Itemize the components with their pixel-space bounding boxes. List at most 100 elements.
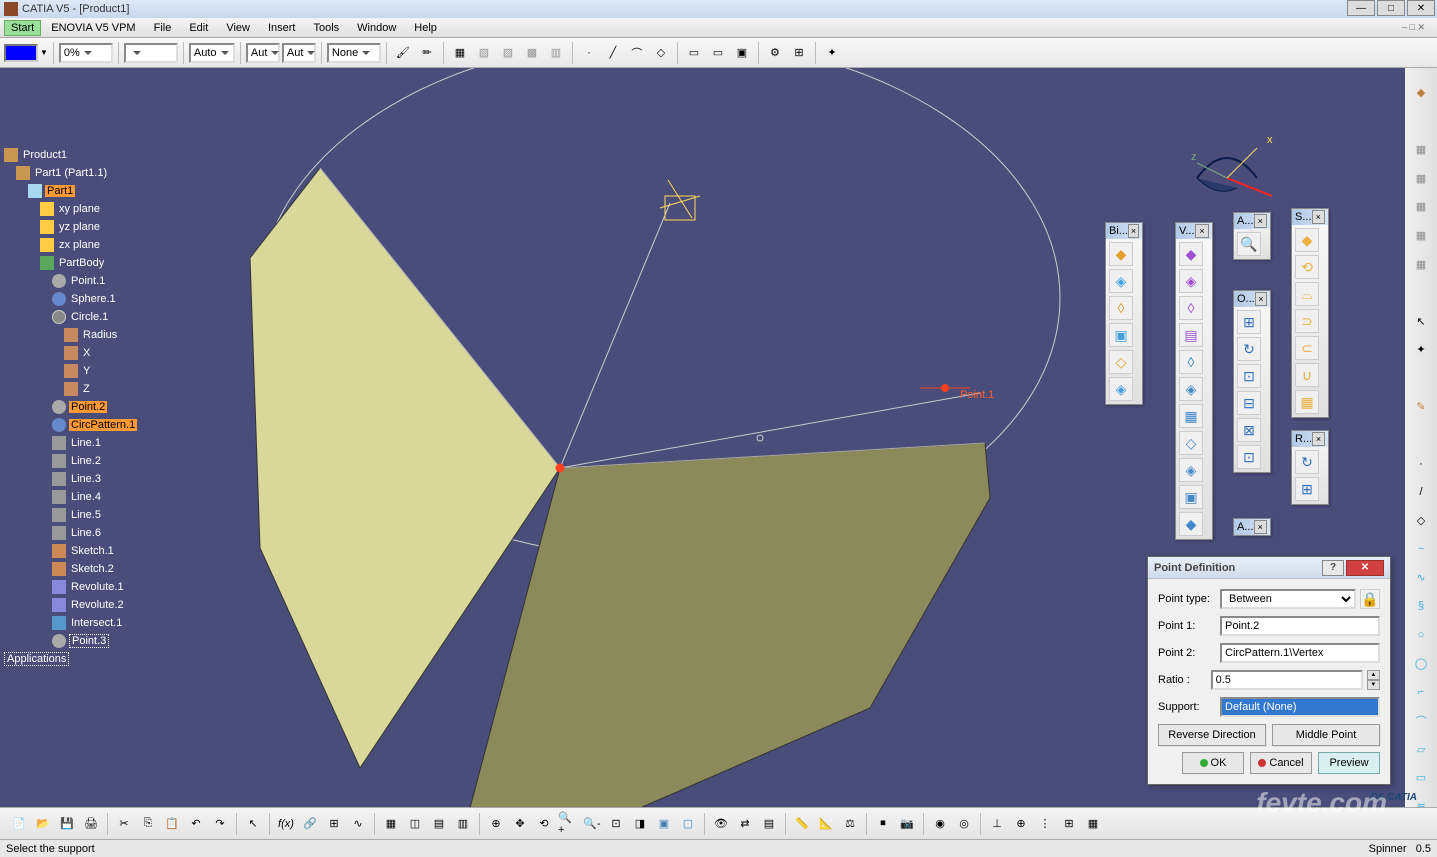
ratio-input[interactable] <box>1211 670 1363 690</box>
select-arrow-icon[interactable]: ↖ <box>1408 308 1434 334</box>
props-icon[interactable]: ▤ <box>758 813 780 835</box>
close-icon[interactable]: × <box>1254 214 1267 228</box>
line-icon[interactable]: ╱ <box>602 42 624 64</box>
b1-icon[interactable]: ▦ <box>449 42 471 64</box>
lock-icon[interactable]: 🔒 <box>1360 589 1380 609</box>
tree-item[interactable]: Revolute.1 <box>4 578 137 596</box>
tree-item[interactable]: Line.5 <box>4 506 137 524</box>
dialog-close-button[interactable]: ✕ <box>1346 560 1384 576</box>
catalog-icon[interactable]: ▦ <box>380 813 402 835</box>
normal-icon[interactable]: ⊡ <box>605 813 627 835</box>
undo-icon[interactable]: ↶ <box>185 813 207 835</box>
r-icon-1[interactable]: ↻ <box>1295 450 1319 474</box>
menu-insert[interactable]: Insert <box>260 20 304 36</box>
none-combo[interactable]: None <box>327 43 381 63</box>
bi-icon-3[interactable]: ◊ <box>1109 296 1133 320</box>
wand-icon[interactable]: ✦ <box>821 42 843 64</box>
stop-icon[interactable]: ⏹ <box>872 813 894 835</box>
circle1-icon[interactable]: ◉ <box>929 813 951 835</box>
point1-input[interactable] <box>1220 616 1380 636</box>
bi-icon-2[interactable]: ◈ <box>1109 269 1133 293</box>
grid-icon[interactable]: ⊞ <box>788 42 810 64</box>
tree-item[interactable]: Point.3 <box>4 632 137 650</box>
curve-tool-icon[interactable]: ~ <box>1408 537 1434 563</box>
print-icon[interactable]: 🖨 <box>80 813 102 835</box>
rt-5-icon[interactable]: ▦ <box>1408 251 1434 277</box>
tree-item[interactable]: Radius <box>4 326 137 344</box>
law-icon[interactable]: ∿ <box>347 813 369 835</box>
curve2-tool-icon[interactable]: ∿ <box>1408 565 1434 591</box>
close-icon[interactable]: × <box>1254 520 1267 534</box>
redo-icon[interactable]: ↷ <box>209 813 231 835</box>
rt-1-icon[interactable]: ▦ <box>1408 137 1434 163</box>
rotate-icon[interactable]: ⟲ <box>533 813 555 835</box>
tree-item[interactable]: Intersect.1 <box>4 614 137 632</box>
arc-icon[interactable]: ⌒ <box>626 42 648 64</box>
extrude-tool-icon[interactable]: ▭ <box>1408 765 1434 791</box>
b2-icon[interactable]: ▧ <box>473 42 495 64</box>
close-icon[interactable]: × <box>1312 432 1325 446</box>
ok-button[interactable]: OK <box>1182 752 1244 774</box>
spiral-tool-icon[interactable]: § <box>1408 594 1434 620</box>
b4-icon[interactable]: ▩ <box>521 42 543 64</box>
s-icon-7[interactable]: ▦ <box>1295 390 1319 414</box>
o-icon-5[interactable]: ⊠ <box>1237 418 1261 442</box>
cancel-button[interactable]: Cancel <box>1250 752 1312 774</box>
linetype-combo[interactable] <box>124 43 178 63</box>
rt-2-icon[interactable]: ▦ <box>1408 166 1434 192</box>
cube2-icon[interactable]: ▭ <box>707 42 729 64</box>
close-icon[interactable]: × <box>1128 224 1139 238</box>
float-s[interactable]: S...× ◆ ⟲ ⌓ ⊃ ⊂ ∪ ▦ <box>1291 208 1329 418</box>
menu-help[interactable]: Help <box>406 20 445 36</box>
cut-icon[interactable]: ✂ <box>113 813 135 835</box>
float-v[interactable]: V...× ◆ ◈ ◊ ▤ ◊ ◈ ▦ ◇ ◈ ▣ ◆ <box>1175 222 1213 540</box>
tree-item[interactable]: Y <box>4 362 137 380</box>
close-icon[interactable]: × <box>1195 224 1209 238</box>
workbench-icon[interactable]: ◆ <box>1408 80 1434 106</box>
rt-3-icon[interactable]: ▦ <box>1408 194 1434 220</box>
tree-item[interactable]: Line.3 <box>4 470 137 488</box>
layer-icon[interactable]: ◫ <box>404 813 426 835</box>
cube3-icon[interactable]: ▣ <box>731 42 753 64</box>
v-icon-2[interactable]: ◈ <box>1179 269 1203 293</box>
workspace[interactable]: Point.1 x z Product1 Part1 (Part1.1) Par… <box>0 68 1437 819</box>
b3-icon[interactable]: ▨ <box>497 42 519 64</box>
pan-icon[interactable]: ✥ <box>509 813 531 835</box>
tree-item[interactable]: Revolute.2 <box>4 596 137 614</box>
plane-tool-icon[interactable]: ◇ <box>1408 508 1434 534</box>
bi-icon-6[interactable]: ◈ <box>1109 377 1133 401</box>
v-icon-10[interactable]: ▣ <box>1179 485 1203 509</box>
zoom-out-icon[interactable]: 🔍- <box>581 813 603 835</box>
float-a1[interactable]: A...× 🔍 <box>1233 212 1271 260</box>
inner-window-controls[interactable]: – □ ✕ <box>1394 20 1433 35</box>
tree-product[interactable]: Product1 <box>21 149 69 161</box>
preview-button[interactable]: Preview <box>1318 752 1380 774</box>
tree-item[interactable]: Line.2 <box>4 452 137 470</box>
tree-part-inner[interactable]: Part1 <box>45 185 75 197</box>
v-icon-3[interactable]: ◊ <box>1179 296 1203 320</box>
menu-tools[interactable]: Tools <box>305 20 347 36</box>
layer3-icon[interactable]: ▥ <box>452 813 474 835</box>
wire-icon[interactable]: ▢ <box>677 813 699 835</box>
hide-icon[interactable]: 👁 <box>710 813 732 835</box>
tree-item[interactable]: Sketch.2 <box>4 560 137 578</box>
menu-file[interactable]: File <box>146 20 180 36</box>
tree-item[interactable]: Line.1 <box>4 434 137 452</box>
s-icon-4[interactable]: ⊃ <box>1295 309 1319 333</box>
point2-input[interactable] <box>1220 643 1380 663</box>
tree-item[interactable]: Line.6 <box>4 524 137 542</box>
tree-xy[interactable]: xy plane <box>57 203 102 215</box>
dots-icon[interactable]: ⋮ <box>1034 813 1056 835</box>
swap-icon[interactable]: ⇄ <box>734 813 756 835</box>
dialog-help-button[interactable]: ? <box>1322 560 1344 576</box>
menu-start[interactable]: Start <box>4 20 41 36</box>
menu-enovia[interactable]: ENOVIA V5 VPM <box>43 20 143 36</box>
sketch-icon[interactable]: ✎ <box>1408 394 1434 420</box>
point-icon[interactable]: · <box>578 42 600 64</box>
v-icon-1[interactable]: ◆ <box>1179 242 1203 266</box>
tree-item[interactable]: Point.1 <box>4 272 137 290</box>
camera-icon[interactable]: 📷 <box>896 813 918 835</box>
close-button[interactable]: ✕ <box>1407 0 1435 16</box>
fx-icon[interactable]: f(x) <box>275 813 297 835</box>
zoom-in-icon[interactable]: 🔍+ <box>557 813 579 835</box>
